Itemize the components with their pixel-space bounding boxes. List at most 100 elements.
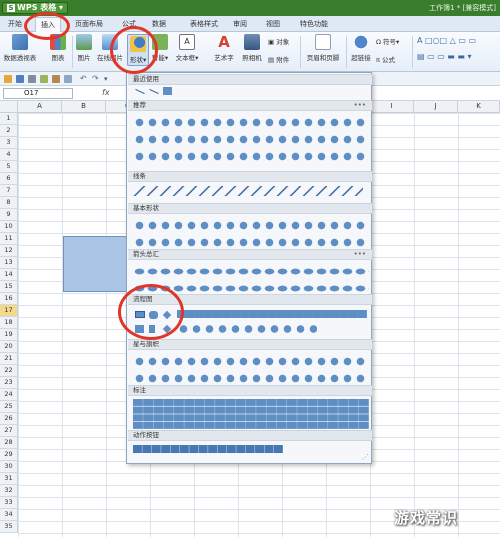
- save-icon[interactable]: [16, 75, 24, 83]
- row-header[interactable]: 21: [0, 353, 18, 365]
- tab-page-layout[interactable]: 页面布局: [75, 19, 103, 29]
- row-header[interactable]: 24: [0, 389, 18, 401]
- column-header[interactable]: J: [414, 101, 458, 113]
- callouts-grid[interactable]: [133, 399, 369, 429]
- print-icon[interactable]: [28, 75, 36, 83]
- symbol-button[interactable]: Ω 符号▾: [376, 36, 399, 46]
- format-painter-icon[interactable]: [52, 75, 60, 83]
- row-header[interactable]: 33: [0, 497, 18, 509]
- row-header[interactable]: 28: [0, 437, 18, 449]
- row-header[interactable]: 35: [0, 521, 18, 533]
- header-footer-icon: [315, 34, 331, 50]
- tab-review[interactable]: 审阅: [233, 19, 247, 29]
- shape-line[interactable]: [149, 88, 159, 95]
- basic-shapes-grid[interactable]: [133, 217, 369, 251]
- shape-gallery-row2[interactable]: ▤ ▭ ▭ ▬ ▬ ▾: [417, 52, 472, 61]
- row-header[interactable]: 22: [0, 365, 18, 377]
- annotation-circle-insert-tab: [24, 12, 70, 40]
- row-header-selected[interactable]: 17: [0, 305, 18, 317]
- row-header[interactable]: 7: [0, 185, 18, 197]
- row-header[interactable]: 5: [0, 161, 18, 173]
- symbol-icon: Ω: [376, 38, 381, 46]
- camera-icon: [244, 34, 260, 50]
- shape-line[interactable]: [135, 88, 145, 95]
- wordart-icon: A: [218, 33, 230, 51]
- row-header[interactable]: 1: [0, 113, 18, 125]
- column-header[interactable]: K: [458, 101, 500, 113]
- camera-button[interactable]: 照相机: [240, 34, 264, 62]
- redo-icon[interactable]: ↷: [92, 75, 100, 83]
- row-header[interactable]: 26: [0, 413, 18, 425]
- divider: [346, 36, 347, 68]
- text-shape-gallery[interactable]: A □○□ △ ▭ ▭: [417, 36, 476, 45]
- tab-special[interactable]: 特色功能: [300, 19, 328, 29]
- row-header[interactable]: 12: [0, 245, 18, 257]
- column-header[interactable]: B: [62, 101, 106, 113]
- tab-data[interactable]: 数据: [152, 19, 166, 29]
- formula-button[interactable]: π 公式: [376, 54, 395, 64]
- tab-table-style[interactable]: 表格样式: [190, 19, 218, 29]
- flowchart-shapes-row2[interactable]: [177, 324, 317, 334]
- row-header[interactable]: 10: [0, 221, 18, 233]
- dropdown-icon[interactable]: ▾: [104, 75, 112, 83]
- resize-grip-icon[interactable]: ⋰: [362, 453, 369, 461]
- row-header[interactable]: 19: [0, 329, 18, 341]
- row-header[interactable]: 13: [0, 257, 18, 269]
- row-header[interactable]: 15: [0, 281, 18, 293]
- attachment-button[interactable]: ▤ 附件: [268, 54, 289, 64]
- stars-grid[interactable]: [133, 353, 369, 387]
- ribbon: 数据透视表 图表 图片 在线图片 形状▾ 智能▾ A 文本框▾ A 艺术字 照相…: [0, 32, 500, 72]
- preview-icon[interactable]: [40, 75, 48, 83]
- annotation-circle-shapes-button: [110, 26, 158, 74]
- action-buttons-grid[interactable]: [133, 445, 283, 454]
- flowchart-shapes-grid[interactable]: [177, 310, 367, 320]
- wps-menu-button[interactable]: S WPS 表格 ▾: [2, 2, 69, 14]
- inserted-rectangle-shape[interactable]: [63, 236, 131, 292]
- row-header[interactable]: 29: [0, 449, 18, 461]
- row-header[interactable]: 2: [0, 125, 18, 137]
- lines-grid[interactable]: [133, 186, 363, 196]
- open-icon[interactable]: [4, 75, 12, 83]
- picture-button[interactable]: 图片: [75, 34, 93, 62]
- row-header[interactable]: 20: [0, 341, 18, 353]
- row-header[interactable]: 31: [0, 473, 18, 485]
- row-header[interactable]: 27: [0, 425, 18, 437]
- row-header[interactable]: 18: [0, 317, 18, 329]
- column-header[interactable]: I: [370, 101, 414, 113]
- name-box[interactable]: O17: [3, 88, 73, 99]
- row-header[interactable]: 8: [0, 197, 18, 209]
- row-header[interactable]: 11: [0, 233, 18, 245]
- recommended-shapes-grid[interactable]: [133, 114, 369, 166]
- tab-view[interactable]: 视图: [266, 19, 280, 29]
- row-header[interactable]: 4: [0, 149, 18, 161]
- hyperlink-button[interactable]: 超链接: [349, 34, 373, 62]
- divider: [300, 36, 301, 68]
- row-header[interactable]: 25: [0, 401, 18, 413]
- textbox-button[interactable]: A 文本框▾: [172, 34, 202, 62]
- pivot-table-button[interactable]: 数据透视表: [3, 34, 37, 62]
- shapes-dropdown-panel: 最近使用 推荐 ••• 线条 基本形状 箭头总汇 ••• 流程图 星与旗帜 标注 动…: [126, 72, 372, 464]
- row-header[interactable]: 14: [0, 269, 18, 281]
- section-callouts: 标注: [128, 385, 372, 396]
- tab-home[interactable]: 开始: [8, 19, 22, 29]
- row-header[interactable]: 9: [0, 209, 18, 221]
- menu-bar: 开始 插入 页面布局 公式 数据 表格样式 审阅 视图 特色功能: [0, 16, 500, 32]
- paste-icon[interactable]: [64, 75, 72, 83]
- header-footer-button[interactable]: 页眉和页脚: [303, 34, 343, 62]
- row-header[interactable]: 16: [0, 293, 18, 305]
- column-header[interactable]: A: [18, 101, 62, 113]
- row-header[interactable]: 3: [0, 137, 18, 149]
- logo-icon: S: [7, 4, 15, 12]
- object-button[interactable]: ▣ 对象: [268, 36, 289, 46]
- wordart-button[interactable]: A 艺术字: [212, 34, 236, 62]
- row-header[interactable]: 6: [0, 173, 18, 185]
- formula-icon: π: [376, 56, 380, 64]
- window-title: 工作簿1 * [兼容模式]: [429, 4, 496, 12]
- row-header[interactable]: 23: [0, 377, 18, 389]
- shape-rectangle[interactable]: [163, 87, 172, 95]
- row-header[interactable]: 34: [0, 509, 18, 521]
- row-header[interactable]: 32: [0, 485, 18, 497]
- row-header[interactable]: 30: [0, 461, 18, 473]
- undo-icon[interactable]: ↶: [80, 75, 88, 83]
- select-all-corner[interactable]: [0, 101, 18, 113]
